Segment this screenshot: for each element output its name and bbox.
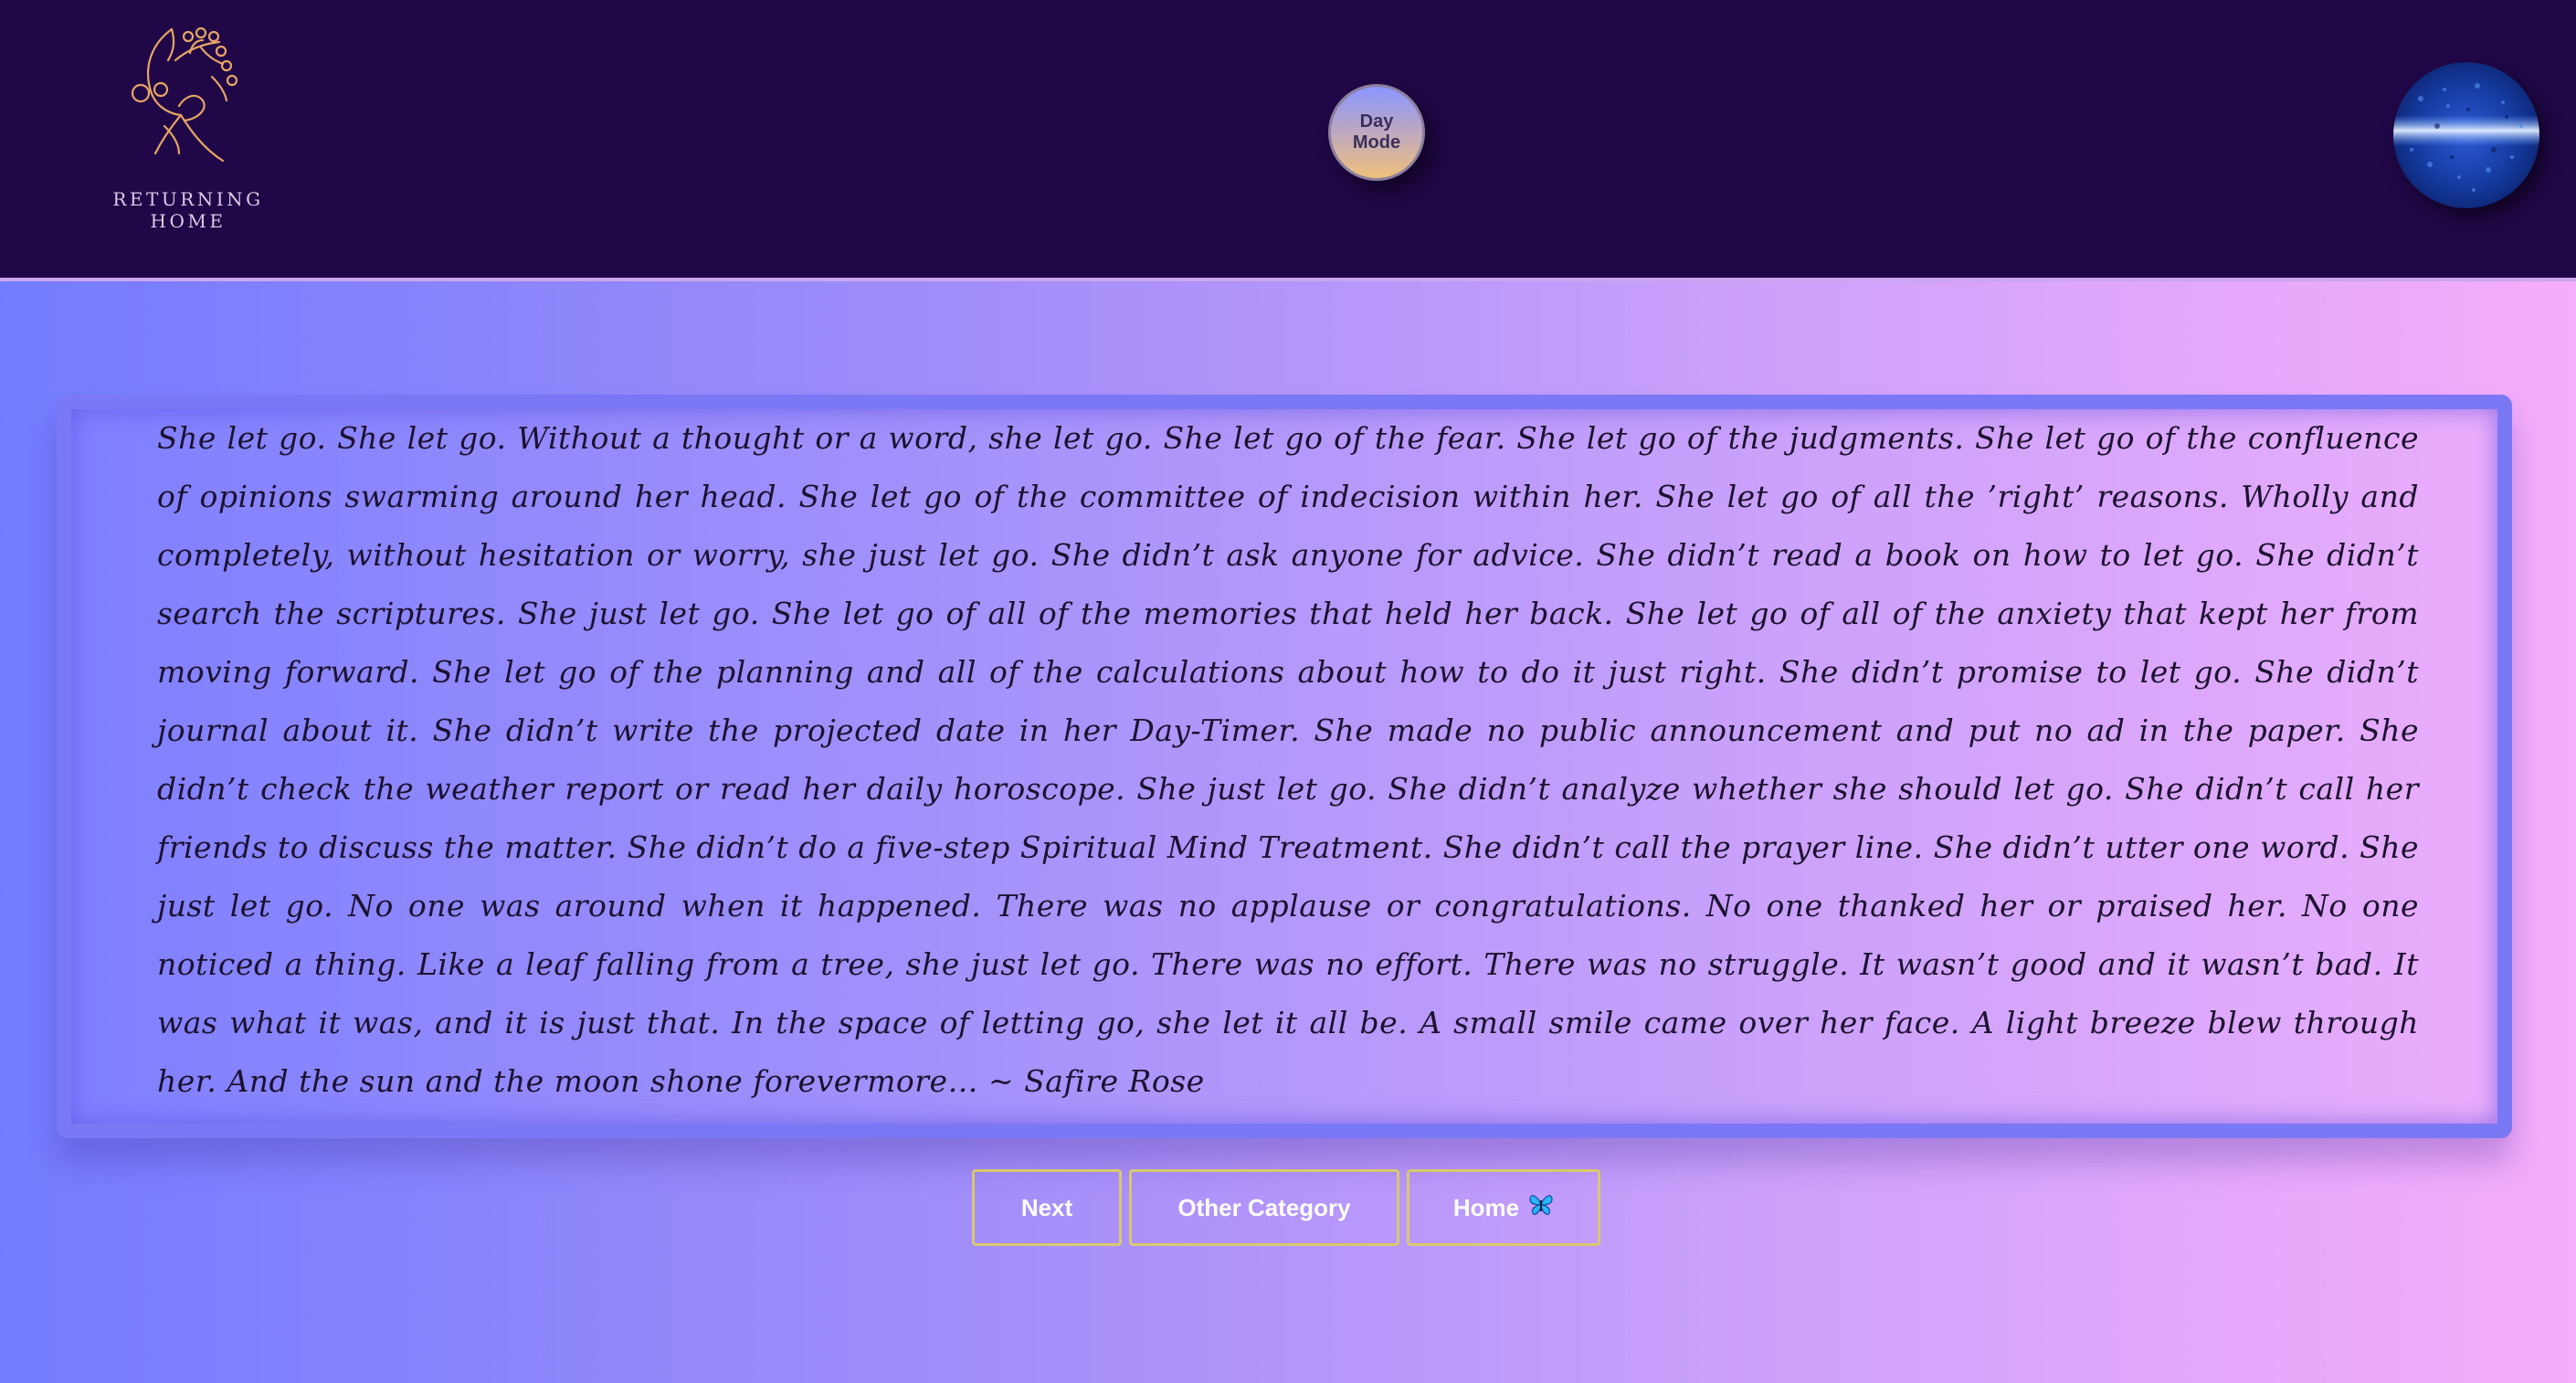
butterfly-icon	[1528, 1193, 1554, 1223]
logo-text: RETURNING HOME	[112, 188, 264, 232]
day-mode-toggle-button[interactable]: Day Mode	[1328, 84, 1425, 181]
home-button[interactable]: Home	[1407, 1169, 1600, 1246]
site-logo[interactable]: RETURNING HOME	[88, 24, 289, 232]
moon-globe-icon[interactable]	[2393, 62, 2539, 208]
woman-branch-logo-icon	[131, 26, 238, 163]
next-button-label: Next	[1020, 1193, 1073, 1221]
other-category-button-label: Other Category	[1177, 1193, 1351, 1221]
action-buttons: Next Other Category Home	[972, 1169, 1600, 1246]
next-button[interactable]: Next	[972, 1169, 1122, 1246]
quote-text: She let go. She let go. Without a though…	[157, 420, 2419, 1099]
home-button-label: Home	[1452, 1193, 1520, 1221]
top-header: RETURNING HOME Day Mode	[0, 0, 2576, 281]
other-category-button[interactable]: Other Category	[1129, 1169, 1399, 1246]
mode-toggle-line1: Day	[1359, 111, 1394, 132]
mode-toggle-line2: Mode	[1352, 132, 1401, 153]
